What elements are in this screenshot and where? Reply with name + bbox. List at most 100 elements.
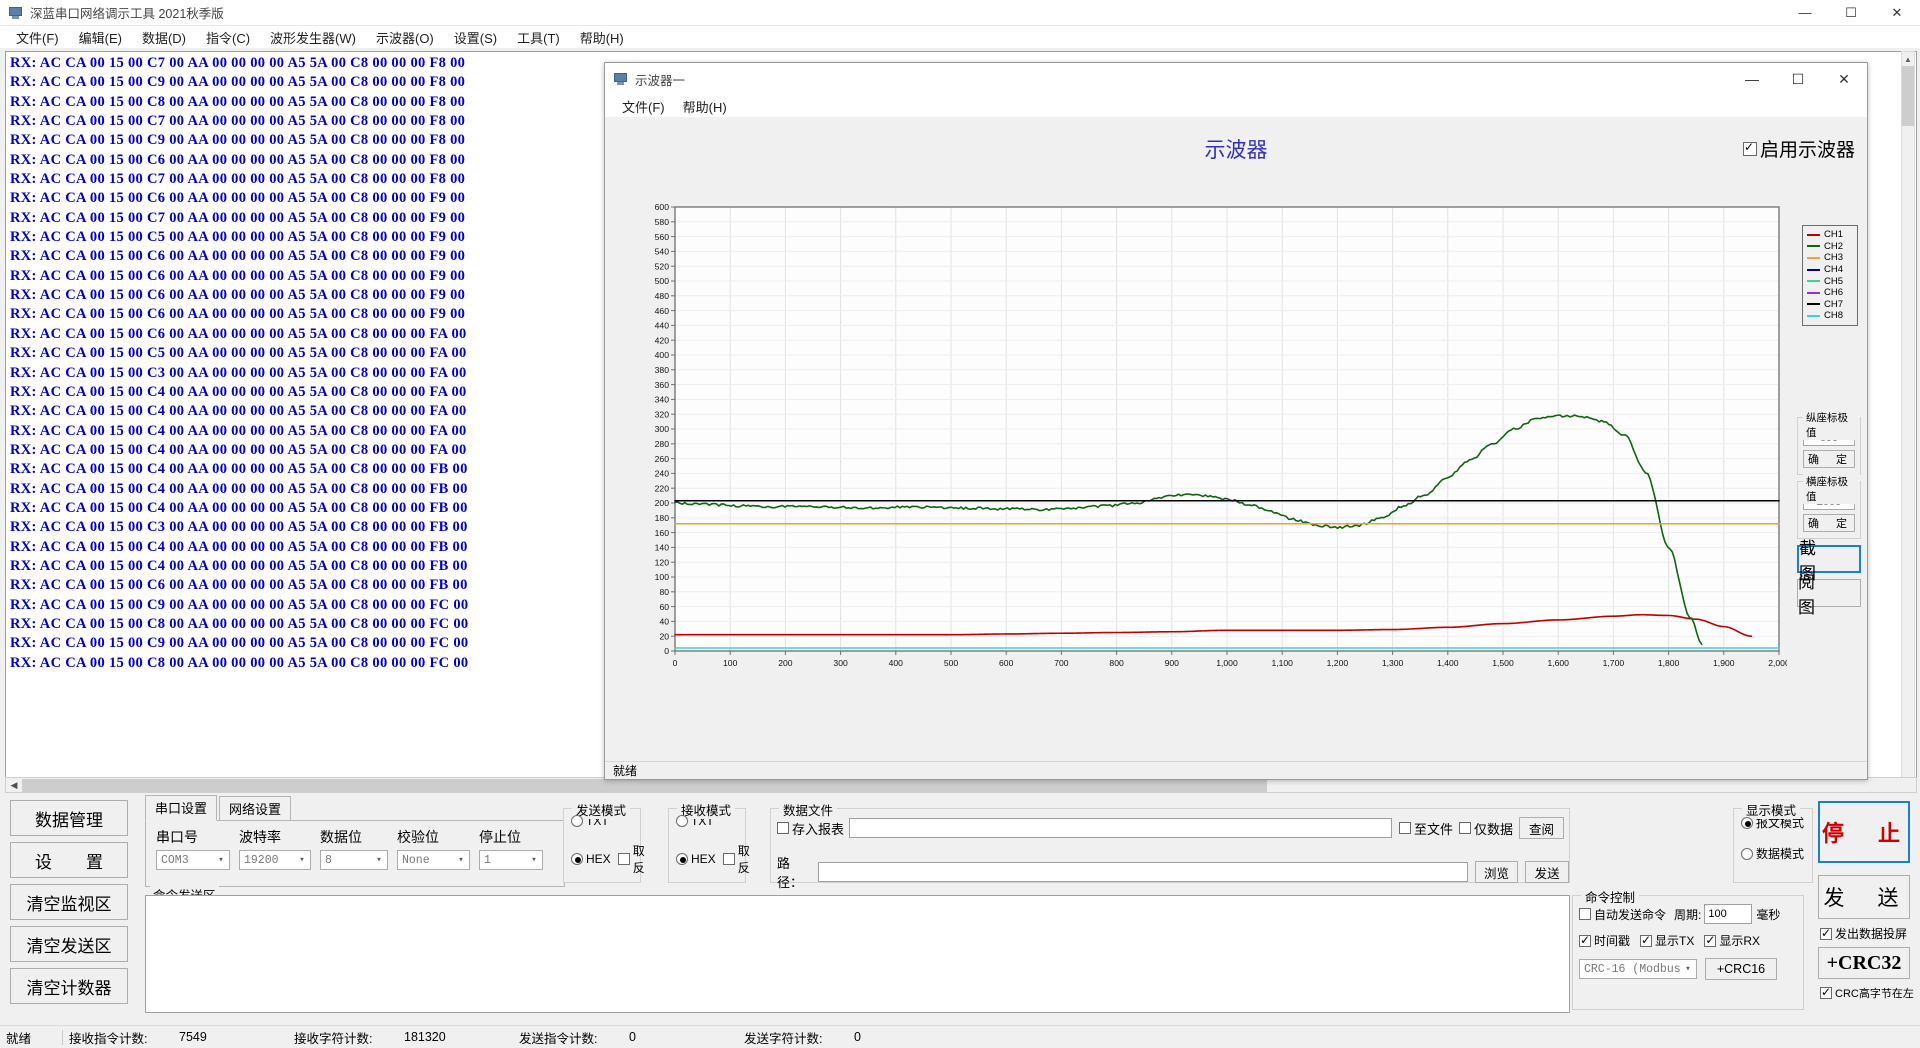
clear-send-area-button[interactable]: 清空发送区 — [10, 926, 128, 962]
menu-file[interactable]: 文件(F) — [6, 26, 69, 49]
svg-text:260: 260 — [655, 454, 670, 464]
crc-algorithm-select[interactable]: CRC-16 (Modbus) ▾ — [1579, 959, 1697, 979]
browse-button[interactable]: 浏览 — [1475, 861, 1519, 883]
y-axis-limit-group: 纵座标极值 600 确 定 — [1797, 417, 1861, 475]
menu-tools[interactable]: 工具(T) — [507, 26, 570, 49]
x-axis-confirm-button[interactable]: 确 定 — [1803, 514, 1855, 532]
data-management-button[interactable]: 数据管理 — [10, 800, 128, 836]
show-tx-checkbox[interactable] — [1640, 935, 1652, 947]
tab-network-settings[interactable]: 网络设置 — [219, 796, 291, 821]
oscilloscope-maximize-button[interactable]: ☐ — [1775, 63, 1821, 95]
log-line: RX: AC CA 00 15 00 C7 00 AA 00 00 00 00 … — [10, 54, 468, 73]
clear-counters-button[interactable]: 清空计数器 — [10, 968, 128, 1004]
hscroll-thumb[interactable] — [22, 779, 1267, 792]
crc32-button[interactable]: +CRC32 — [1818, 947, 1910, 979]
svg-text:1,000: 1,000 — [1216, 658, 1238, 668]
show-rx-checkbox[interactable] — [1704, 935, 1716, 947]
send-button[interactable]: 发 送 — [1818, 875, 1910, 919]
legend-color-swatch — [1807, 269, 1820, 271]
menu-waveform-generator[interactable]: 波形发生器(W) — [260, 26, 366, 49]
status-ready: 就绪 — [0, 1028, 62, 1047]
svg-text:0: 0 — [664, 646, 669, 656]
scroll-thumb[interactable] — [1902, 66, 1914, 126]
log-line: RX: AC CA 00 15 00 C4 00 AA 00 00 00 00 … — [10, 402, 468, 421]
oscilloscope-heading: 示波器 — [605, 134, 1867, 164]
scroll-up-arrow[interactable]: ▲ — [1902, 52, 1914, 66]
enable-oscilloscope-checkbox[interactable] — [1743, 142, 1757, 156]
legend-item: CH5 — [1807, 275, 1853, 287]
clear-monitor-button[interactable]: 清空监视区 — [10, 884, 128, 920]
log-line: RX: AC CA 00 15 00 C6 00 AA 00 00 00 00 … — [10, 247, 468, 266]
period-input[interactable]: 100 — [1704, 904, 1752, 924]
crc-high-byte-checkbox[interactable] — [1820, 987, 1832, 999]
log-line: RX: AC CA 00 15 00 C6 00 AA 00 00 00 00 … — [10, 286, 468, 305]
y-axis-confirm-button[interactable]: 确 定 — [1803, 450, 1855, 468]
radio-icon-selected[interactable] — [676, 853, 688, 865]
svg-text:2,000: 2,000 — [1768, 658, 1787, 668]
timestamp-checkbox[interactable] — [1579, 935, 1591, 947]
receive-invert-checkbox[interactable] — [723, 853, 735, 865]
command-send-textarea[interactable] — [145, 895, 1570, 1013]
chevron-down-icon: ▾ — [1680, 964, 1696, 974]
legend-item: CH1 — [1807, 229, 1853, 241]
oscilloscope-minimize-button[interactable]: — — [1729, 63, 1775, 95]
close-button[interactable]: ✕ — [1874, 0, 1920, 26]
only-data-checkbox[interactable] — [1459, 822, 1471, 834]
oscilloscope-icon — [613, 71, 629, 87]
radio-icon-selected[interactable] — [571, 853, 583, 865]
stopbits-label: 停止位 — [479, 827, 543, 847]
hscroll-track[interactable] — [1267, 778, 1916, 792]
stopbits-select[interactable]: 1 ▾ — [479, 850, 543, 870]
oscilloscope-close-button[interactable]: ✕ — [1821, 63, 1867, 95]
log-line: RX: AC CA 00 15 00 C8 00 AA 00 00 00 00 … — [10, 654, 468, 673]
view-image-button[interactable]: 阅 图 — [1797, 579, 1861, 607]
report-file-input[interactable] — [849, 818, 1392, 838]
to-file-label: 至文件 — [1414, 819, 1453, 838]
oscilloscope-menu-file[interactable]: 文件(F) — [613, 95, 674, 118]
save-report-checkbox[interactable] — [777, 822, 789, 834]
window-title: 深蓝串口网络调示工具 2021秋季版 — [30, 3, 224, 22]
auto-send-label: 自动发送命令 — [1594, 906, 1666, 923]
log-line: RX: AC CA 00 15 00 C3 00 AA 00 00 00 00 … — [10, 364, 468, 383]
legend-color-swatch — [1807, 315, 1820, 317]
port-select[interactable]: COM3 ▾ — [156, 850, 230, 870]
menu-settings[interactable]: 设置(S) — [444, 26, 507, 49]
menu-command[interactable]: 指令(C) — [196, 26, 260, 49]
log-line: RX: AC CA 00 15 00 C9 00 AA 00 00 00 00 … — [10, 596, 468, 615]
view-report-button[interactable]: 查阅 — [1519, 817, 1564, 839]
send-file-button[interactable]: 发送 — [1525, 861, 1569, 883]
to-file-checkbox[interactable] — [1399, 822, 1411, 834]
enable-oscilloscope-row[interactable]: 启用示波器 — [1743, 135, 1855, 162]
crc16-button[interactable]: +CRC16 — [1705, 958, 1777, 980]
oscilloscope-plot[interactable]: 0204060801001201401601802002202402602803… — [637, 201, 1787, 681]
menu-data[interactable]: 数据(D) — [132, 26, 196, 49]
command-control-group: 命令控制 自动发送命令 周期: 100 毫秒 时间戳 显示TX 显示RX CRC… — [1572, 895, 1804, 1010]
stop-button[interactable]: 停 止 — [1818, 801, 1910, 863]
svg-text:500: 500 — [655, 276, 670, 286]
radio-icon-selected — [1741, 817, 1753, 829]
display-mode-data-option[interactable]: 数据模式 — [1741, 845, 1812, 862]
maximize-button[interactable]: ☐ — [1828, 0, 1874, 26]
projection-checkbox[interactable] — [1820, 928, 1832, 940]
menu-edit[interactable]: 编辑(E) — [69, 26, 132, 49]
log-line: RX: AC CA 00 15 00 C4 00 AA 00 00 00 00 … — [10, 422, 468, 441]
send-invert-checkbox[interactable] — [618, 853, 630, 865]
menu-help[interactable]: 帮助(H) — [570, 26, 634, 49]
minimize-button[interactable]: — — [1782, 0, 1828, 26]
statusbar: 就绪 接收指令计数: 7549 接收字符计数: 181320 发送指令计数: 0… — [0, 1025, 1920, 1048]
menu-oscilloscope[interactable]: 示波器(O) — [366, 26, 444, 49]
databits-select[interactable]: 8 ▾ — [320, 850, 388, 870]
baudrate-select[interactable]: 19200 ▾ — [239, 850, 311, 870]
auto-send-checkbox[interactable] — [1579, 908, 1591, 920]
oscilloscope-menu-help[interactable]: 帮助(H) — [674, 95, 736, 118]
parity-select[interactable]: None ▾ — [397, 850, 470, 870]
monitor-vertical-scrollbar[interactable]: ▲ — [1901, 51, 1915, 787]
log-line: RX: AC CA 00 15 00 C3 00 AA 00 00 00 00 … — [10, 518, 468, 537]
tab-serial-settings[interactable]: 串口设置 — [145, 795, 217, 821]
settings-button[interactable]: 设 置 — [10, 842, 128, 878]
parity-label: 校验位 — [397, 827, 470, 847]
scroll-left-arrow[interactable]: ◀ — [6, 778, 22, 792]
rx-command-count-label: 接收指令计数: — [63, 1028, 173, 1047]
path-input[interactable] — [818, 862, 1468, 882]
legend-label: CH4 — [1824, 264, 1843, 275]
